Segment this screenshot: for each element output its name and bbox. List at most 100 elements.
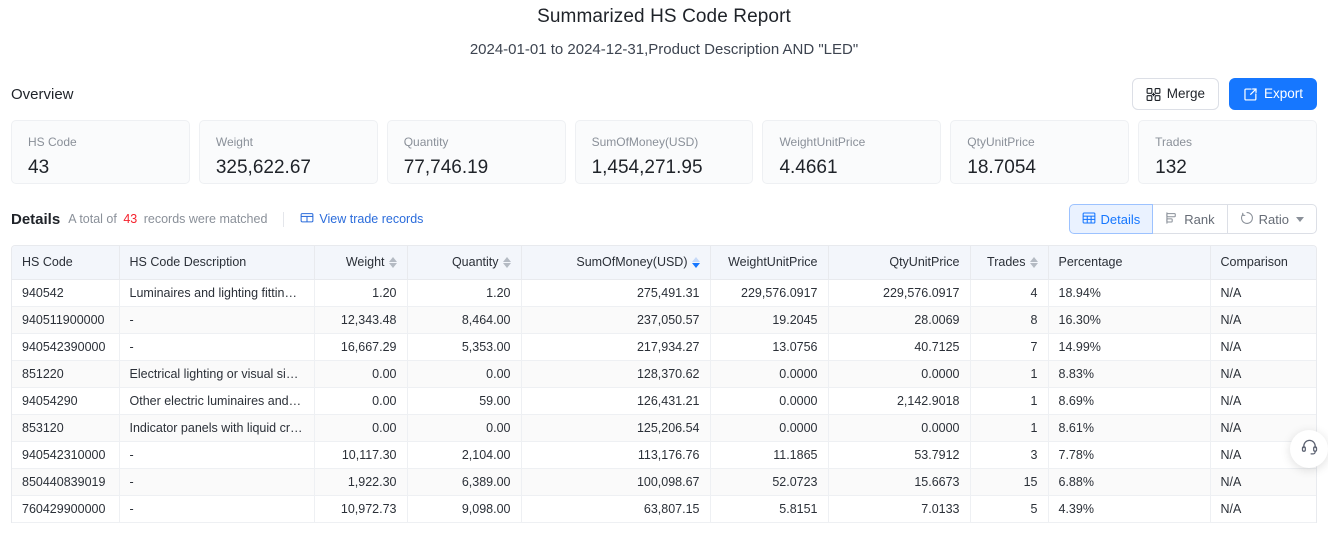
table-cell: 14.99% [1048, 333, 1211, 361]
table-cell: 16.30% [1048, 306, 1211, 334]
column-header-sum-of-money[interactable]: SumOfMoney(USD) [521, 246, 711, 280]
chevron-down-icon [1296, 216, 1304, 222]
table-cell: - [119, 333, 315, 361]
table-cell: 100,098.67 [521, 468, 711, 496]
column-header-quantity[interactable]: Quantity [407, 246, 522, 280]
table-cell: 13.0756 [710, 333, 829, 361]
column-header-qty-unit-price[interactable]: QtyUnitPrice [828, 246, 971, 280]
overview-toolbar: Overview Merge Export [11, 78, 1317, 110]
view-mode-switch: Details Rank Ratio [1068, 204, 1317, 234]
table-cell: 8.61% [1048, 414, 1211, 442]
table-cell: - [119, 441, 315, 469]
report-header: Summarized HS Code Report 2024-01-01 to … [0, 0, 1328, 60]
table-row[interactable]: 940542390000-16,667.29 5,353.00 217,934.27… [12, 333, 1316, 361]
table-cell: N/A [1210, 495, 1316, 523]
table-cell: Luminaires and lighting fittings, s... [119, 279, 315, 307]
table-row[interactable]: 760429900000-10,972.73 9,098.00 63,807.15 5… [12, 495, 1316, 523]
column-label: Comparison [1220, 255, 1288, 270]
overview-cards: HS Code 43 Weight 325,622.67 Quantity 77… [11, 120, 1318, 184]
table-row[interactable]: 940542 Luminaires and lighting fittings, … [12, 279, 1316, 307]
table-cell: 8 [970, 306, 1049, 334]
table-cell: 1.20 [407, 279, 522, 307]
table-cell: 853120 [12, 414, 120, 442]
stat-card-value: 18.7054 [967, 157, 1036, 178]
export-icon [1243, 87, 1258, 102]
report-page: Summarized HS Code Report 2024-01-01 to … [0, 0, 1328, 534]
table-cell: 0.0000 [710, 414, 829, 442]
stat-card: Quantity 77,746.19 [386, 120, 566, 184]
table-cell: N/A [1210, 333, 1316, 361]
table-row[interactable]: 940542310000-10,117.30 2,104.00 113,176.76… [12, 441, 1316, 469]
table-cell: 8.83% [1048, 360, 1211, 388]
table-cell: 63,807.15 [521, 495, 711, 523]
sort-toggle-weight[interactable] [388, 256, 397, 268]
column-label: HS Code Description [129, 255, 247, 270]
export-button[interactable]: Export [1228, 78, 1317, 110]
table-row[interactable]: 853120 Indicator panels with liquid cryst… [12, 414, 1316, 442]
table-cell: 275,491.31 [521, 279, 711, 307]
details-meta-prefix: A total of [68, 212, 117, 226]
stat-card-label: Quantity [403, 135, 449, 149]
sort-toggle-sum-of-money[interactable] [691, 256, 700, 268]
stat-card-value: 77,746.19 [403, 157, 489, 178]
details-table: HS Code HS Code Description Weight Quant [12, 246, 1316, 523]
table-row[interactable]: 94054290 Other electric luminaires and li… [12, 387, 1316, 415]
column-header-comparison[interactable]: Comparison [1210, 246, 1316, 280]
merge-button[interactable]: Merge [1131, 78, 1219, 110]
table-cell: 940542 [12, 279, 120, 307]
toolbar-divider [283, 211, 285, 227]
support-fab-button[interactable] [1290, 430, 1328, 468]
view-mode-rank[interactable]: Rank [1153, 204, 1228, 234]
stat-card-label: WeightUnitPrice [779, 135, 866, 149]
column-label: Weight [345, 255, 385, 270]
stat-card: HS Code 43 [11, 120, 190, 184]
table-row[interactable]: 850440839019-1,922.30 6,389.00 100,098.67 5… [12, 468, 1316, 496]
table-cell: 0.00 [314, 360, 408, 388]
stat-card: WeightUnitPrice 4.4661 [762, 120, 942, 184]
table-cell: Electrical lighting or visual signall... [119, 360, 315, 388]
table-cell: 7.78% [1048, 441, 1211, 469]
details-record-count: A total of 43 records were matched [68, 212, 267, 226]
column-header-hs-code[interactable]: HS Code [12, 246, 120, 280]
column-header-trades[interactable]: Trades [970, 246, 1049, 280]
table-cell: 0.0000 [828, 414, 971, 442]
stat-card-label: QtyUnitPrice [967, 135, 1035, 149]
view-trade-records-link[interactable]: View trade records [300, 211, 423, 228]
table-cell: 0.0000 [828, 360, 971, 388]
view-trade-records-label: View trade records [319, 212, 424, 226]
table-cell: - [119, 306, 315, 334]
table-cell: 1.20 [314, 279, 408, 307]
table-cell: 113,176.76 [521, 441, 711, 469]
stat-card-value: 132 [1155, 157, 1187, 178]
view-mode-rank-label: Rank [1184, 211, 1215, 227]
trade-records-icon [300, 211, 314, 228]
column-header-hs-code-description[interactable]: HS Code Description [119, 246, 315, 280]
column-label: WeightUnitPrice [728, 255, 818, 270]
table-cell: 217,934.27 [521, 333, 711, 361]
overview-actions: Merge Export [1131, 78, 1317, 110]
sort-toggle-quantity[interactable] [502, 256, 511, 268]
column-label: Trades [987, 255, 1026, 270]
table-grid-icon [1082, 211, 1096, 228]
stat-card-label: SumOfMoney(USD) [591, 135, 699, 149]
table-cell: 760429900000 [12, 495, 120, 523]
column-label: SumOfMoney(USD) [576, 255, 688, 270]
stat-card-value: 43 [28, 157, 50, 178]
view-mode-ratio[interactable]: Ratio [1227, 204, 1317, 234]
page-title: Summarized HS Code Report [537, 6, 791, 27]
merge-icon [1146, 87, 1161, 102]
column-header-weight-unit-price[interactable]: WeightUnitPrice [710, 246, 829, 280]
table-cell: 940511900000 [12, 306, 120, 334]
details-toolbar: Details A total of 43 records were match… [11, 204, 1317, 234]
sort-toggle-trades[interactable] [1029, 256, 1038, 268]
table-row[interactable]: 940511900000-12,343.48 8,464.00 237,050.57… [12, 306, 1316, 334]
column-label: Percentage [1058, 255, 1123, 270]
table-cell: Other electric luminaires and light... [119, 387, 315, 415]
column-header-weight[interactable]: Weight [314, 246, 408, 280]
table-cell: 0.00 [314, 387, 408, 415]
table-cell: 1 [970, 414, 1049, 442]
view-mode-details[interactable]: Details [1068, 204, 1154, 234]
table-row[interactable]: 851220 Electrical lighting or visual sign… [12, 360, 1316, 388]
table-body: 940542 Luminaires and lighting fittings, … [12, 279, 1316, 523]
column-header-percentage[interactable]: Percentage [1048, 246, 1211, 280]
